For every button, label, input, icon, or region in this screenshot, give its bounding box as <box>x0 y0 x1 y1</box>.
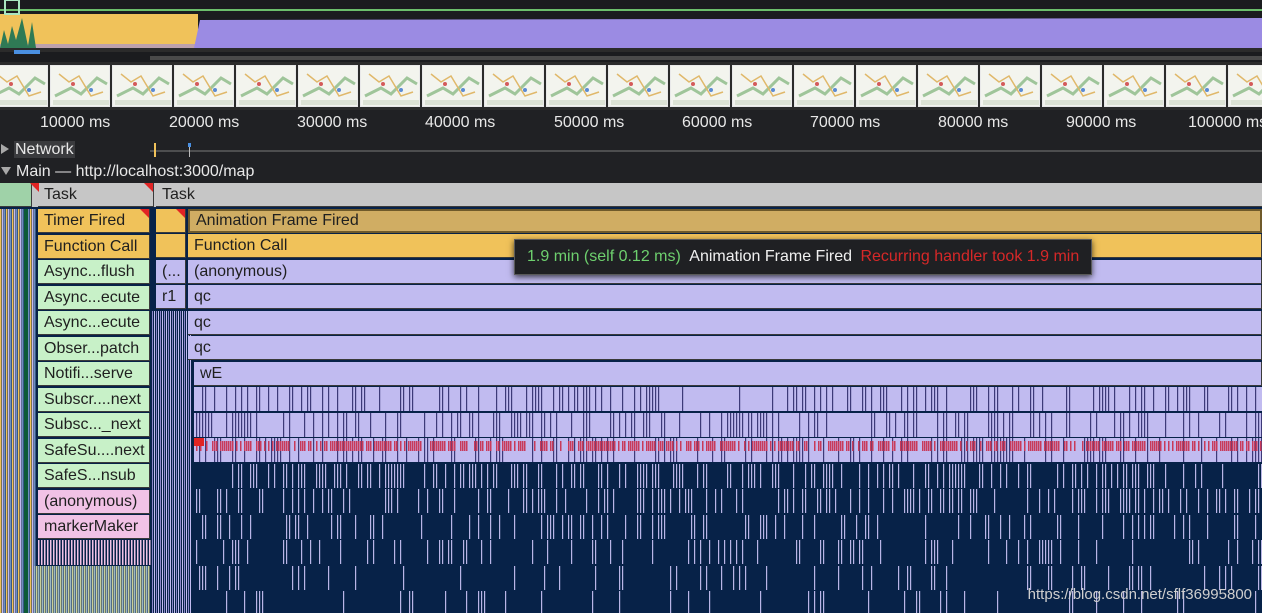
filmstrip-frame[interactable] <box>422 65 482 107</box>
filmstrip[interactable] <box>0 62 1262 110</box>
tooltip-event-name: Animation Frame Fired <box>689 248 852 265</box>
filmstrip-frame[interactable] <box>298 65 358 107</box>
timeline-overview[interactable] <box>0 0 1262 62</box>
ruler-tick: 30000 ms <box>297 114 368 131</box>
left-stack-bar[interactable]: (anonymous) <box>38 489 150 514</box>
filmstrip-frame[interactable] <box>1104 65 1164 107</box>
ruler-tick: 60000 ms <box>682 114 753 131</box>
filmstrip-frame[interactable] <box>1042 65 1102 107</box>
filmstrip-frame[interactable] <box>794 65 854 107</box>
left-stack-bar[interactable]: Subscr....next <box>38 387 150 412</box>
left-stack-bar[interactable]: SafeS...nsub <box>38 464 150 488</box>
ruler-tick: 100000 ms <box>1188 114 1262 131</box>
filmstrip-frame[interactable] <box>546 65 606 107</box>
left-stack-bar[interactable]: markerMaker <box>38 515 150 539</box>
timer-fired-bar[interactable] <box>156 209 186 233</box>
long-task-marker <box>144 183 153 192</box>
map-thumbnail-icon <box>1105 66 1163 106</box>
ruler-tick: 80000 ms <box>938 114 1009 131</box>
long-task-marker <box>30 183 39 192</box>
network-track-label: Network <box>14 141 75 158</box>
map-thumbnail-icon <box>1043 66 1101 106</box>
map-thumbnail-icon <box>113 66 171 106</box>
left-stack-bar[interactable]: SafeSu....next <box>38 438 150 463</box>
map-thumbnail-icon <box>485 66 543 106</box>
left-stack-bar[interactable]: Function Call <box>38 234 150 259</box>
filmstrip-frame[interactable] <box>0 65 48 107</box>
we-bar[interactable]: wE <box>194 362 1262 386</box>
r1-bar[interactable]: r1 <box>156 285 186 309</box>
map-thumbnail-icon <box>1167 66 1225 106</box>
expand-arrow-icon[interactable] <box>1 144 9 155</box>
qc-bar[interactable]: qc <box>188 336 1262 360</box>
filmstrip-frame[interactable] <box>732 65 792 107</box>
filmstrip-frame[interactable] <box>50 65 110 107</box>
filmstrip-frame[interactable] <box>484 65 544 107</box>
map-thumbnail-icon <box>981 66 1039 106</box>
ruler-tick: 20000 ms <box>169 114 240 131</box>
map-thumbnail-icon <box>671 66 729 106</box>
ruler-tick: 10000 ms <box>40 114 111 131</box>
filmstrip-frame[interactable] <box>360 65 420 107</box>
collapse-arrow-icon[interactable] <box>1 167 11 176</box>
filmstrip-frame[interactable] <box>608 65 668 107</box>
network-activity-bar <box>150 143 1262 157</box>
filmstrip-frame[interactable] <box>856 65 916 107</box>
map-thumbnail-icon <box>175 66 233 106</box>
qc-bar[interactable]: qc <box>188 285 1262 309</box>
qc-bar[interactable]: qc <box>188 311 1262 335</box>
filmstrip-frame[interactable] <box>112 65 172 107</box>
main-track-label: Main — http://localhost:3000/map <box>16 163 255 180</box>
map-thumbnail-icon <box>299 66 357 106</box>
ruler-tick: 90000 ms <box>1066 114 1137 131</box>
main-track-header[interactable]: Main — http://localhost:3000/map <box>0 161 1262 183</box>
map-thumbnail-icon <box>609 66 667 106</box>
left-stack-bar[interactable]: Async...ecute <box>38 285 150 310</box>
map-thumbnail-icon <box>1229 66 1262 106</box>
map-thumbnail-icon <box>733 66 791 106</box>
left-stack-bar[interactable]: Timer Fired <box>38 209 150 233</box>
tooltip-duration: 1.9 min (self 0.12 ms) <box>527 248 681 265</box>
map-thumbnail-icon <box>237 66 295 106</box>
left-stack-bar[interactable]: Obser...patch <box>38 336 150 361</box>
map-thumbnail-icon <box>361 66 419 106</box>
task-bar[interactable]: Task <box>38 183 154 207</box>
ruler-tick: 40000 ms <box>425 114 496 131</box>
tooltip-warning: Recurring handler took 1.9 min <box>860 248 1080 265</box>
map-thumbnail-icon <box>547 66 605 106</box>
map-thumbnail-icon <box>857 66 915 106</box>
filmstrip-frame[interactable] <box>174 65 234 107</box>
filmstrip-frame[interactable] <box>1228 65 1262 107</box>
map-thumbnail-icon <box>0 66 47 106</box>
left-stack-bar[interactable]: Notifi...serve <box>38 362 150 386</box>
filmstrip-frame[interactable] <box>918 65 978 107</box>
filmstrip-frame[interactable] <box>236 65 296 107</box>
map-thumbnail-icon <box>795 66 853 106</box>
filmstrip-frame[interactable] <box>670 65 730 107</box>
left-stack-bar[interactable]: Subsc..._next <box>38 413 150 437</box>
long-task-marker <box>140 209 149 218</box>
animation-frame-fired-bar[interactable]: Animation Frame Fired <box>188 209 1262 233</box>
left-stack-bar[interactable]: Async...ecute <box>38 311 150 335</box>
event-tooltip: 1.9 min (self 0.12 ms) Animation Frame F… <box>514 239 1093 275</box>
anonymous-bar[interactable]: (... <box>156 260 186 284</box>
ruler-tick: 50000 ms <box>554 114 625 131</box>
left-sliver <box>0 183 32 207</box>
time-ruler: 10000 ms 20000 ms 30000 ms 40000 ms 5000… <box>0 110 1262 139</box>
left-stack-bar[interactable]: Async...flush <box>38 260 150 284</box>
network-track-header[interactable]: Network <box>0 139 1262 161</box>
map-thumbnail-icon <box>919 66 977 106</box>
ruler-tick: 70000 ms <box>810 114 881 131</box>
map-thumbnail-icon <box>423 66 481 106</box>
filmstrip-frame[interactable] <box>1166 65 1226 107</box>
function-call-bar[interactable] <box>156 234 186 258</box>
task-bar[interactable]: Task <box>156 183 1262 207</box>
cpu-overview-chart <box>0 0 1262 62</box>
filmstrip-frame[interactable] <box>980 65 1040 107</box>
map-thumbnail-icon <box>51 66 109 106</box>
watermark: https://blog.csdn.net/sflf36995800 <box>1027 586 1252 603</box>
